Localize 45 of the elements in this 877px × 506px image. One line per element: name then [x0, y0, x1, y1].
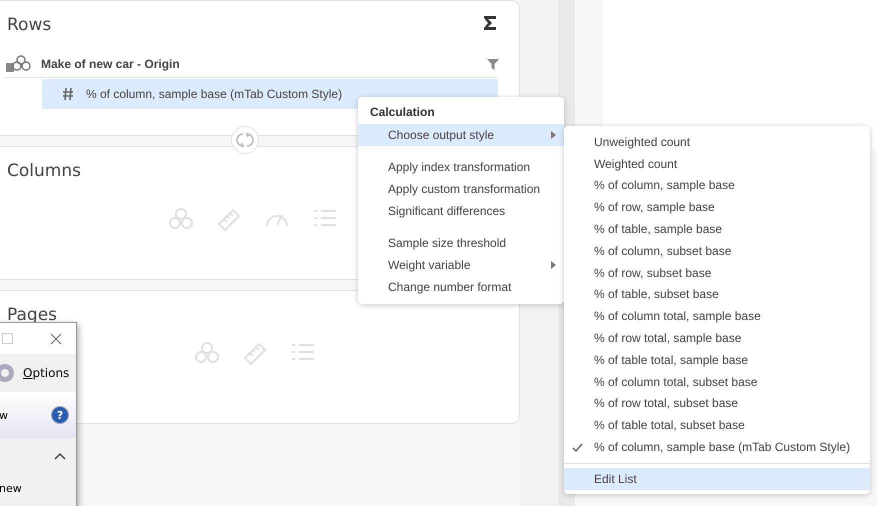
body-text: new	[0, 482, 23, 495]
refresh-icon	[236, 131, 254, 149]
panel-title: Columns	[7, 163, 81, 180]
circles-icon	[194, 341, 220, 365]
variable-icon	[5, 55, 31, 73]
menu-item[interactable]: Change number format	[358, 276, 564, 298]
menu-item[interactable]: Sample size threshold	[358, 232, 564, 254]
circles-icon	[168, 207, 194, 231]
help-button[interactable]: ?	[52, 407, 68, 423]
menu-item[interactable]: Significant differences	[358, 200, 564, 222]
menu-item[interactable]: % of column total, subset base	[564, 370, 870, 393]
menu-item[interactable]: % of column, subset base	[564, 240, 870, 262]
refresh-button[interactable]	[231, 126, 259, 154]
menu-item[interactable]: Unweighted count	[564, 131, 870, 153]
menu-item[interactable]: % of row total, subset base	[564, 392, 870, 414]
list-icon	[312, 207, 338, 229]
sigma-icon	[483, 15, 497, 31]
collapse-caret-icon[interactable]	[54, 452, 66, 460]
close-icon[interactable]	[50, 332, 62, 344]
menu-item[interactable]: Weighted count	[564, 152, 870, 175]
panel-title: Rows	[7, 17, 52, 34]
menu-item[interactable]: % of row total, sample base	[564, 327, 870, 349]
menu-item[interactable]: % of table total, subset base	[564, 414, 870, 436]
filter-icon[interactable]	[487, 58, 499, 70]
menu-item[interactable]: % of column total, sample base	[564, 305, 870, 328]
menu-item[interactable]: % of column, sample base	[564, 174, 870, 196]
menu-item[interactable]: % of row, subset base	[564, 262, 870, 284]
menu-item[interactable]: % of table, sample base	[564, 218, 870, 240]
row-item-label: % of column, sample base (mTab Custom Style)	[86, 87, 342, 101]
hash-icon	[62, 87, 74, 101]
menu-item[interactable]: % of table, subset base	[564, 284, 870, 306]
ruler-icon	[242, 341, 268, 367]
options-button[interactable]: Options	[23, 366, 70, 380]
menu-item[interactable]: Apply custom transformation	[358, 178, 564, 200]
menu-item[interactable]: Weight variable	[358, 254, 564, 276]
variable-name: Make of new car - Origin	[41, 57, 181, 71]
menu-item[interactable]: Apply index transformation	[358, 156, 564, 178]
menu-item[interactable]: % of row, sample base	[564, 196, 870, 218]
menu-item[interactable]: Edit List	[564, 468, 870, 490]
menu-item[interactable]: % of column, sample base (mTab Custom Style)	[564, 436, 870, 458]
panel-title: Pages	[7, 307, 58, 324]
menu-item[interactable]: % of table total, sample base	[564, 348, 870, 371]
list-icon	[290, 341, 316, 363]
ruler-icon	[216, 207, 242, 233]
menu-item[interactable]: Choose output style	[358, 124, 564, 146]
